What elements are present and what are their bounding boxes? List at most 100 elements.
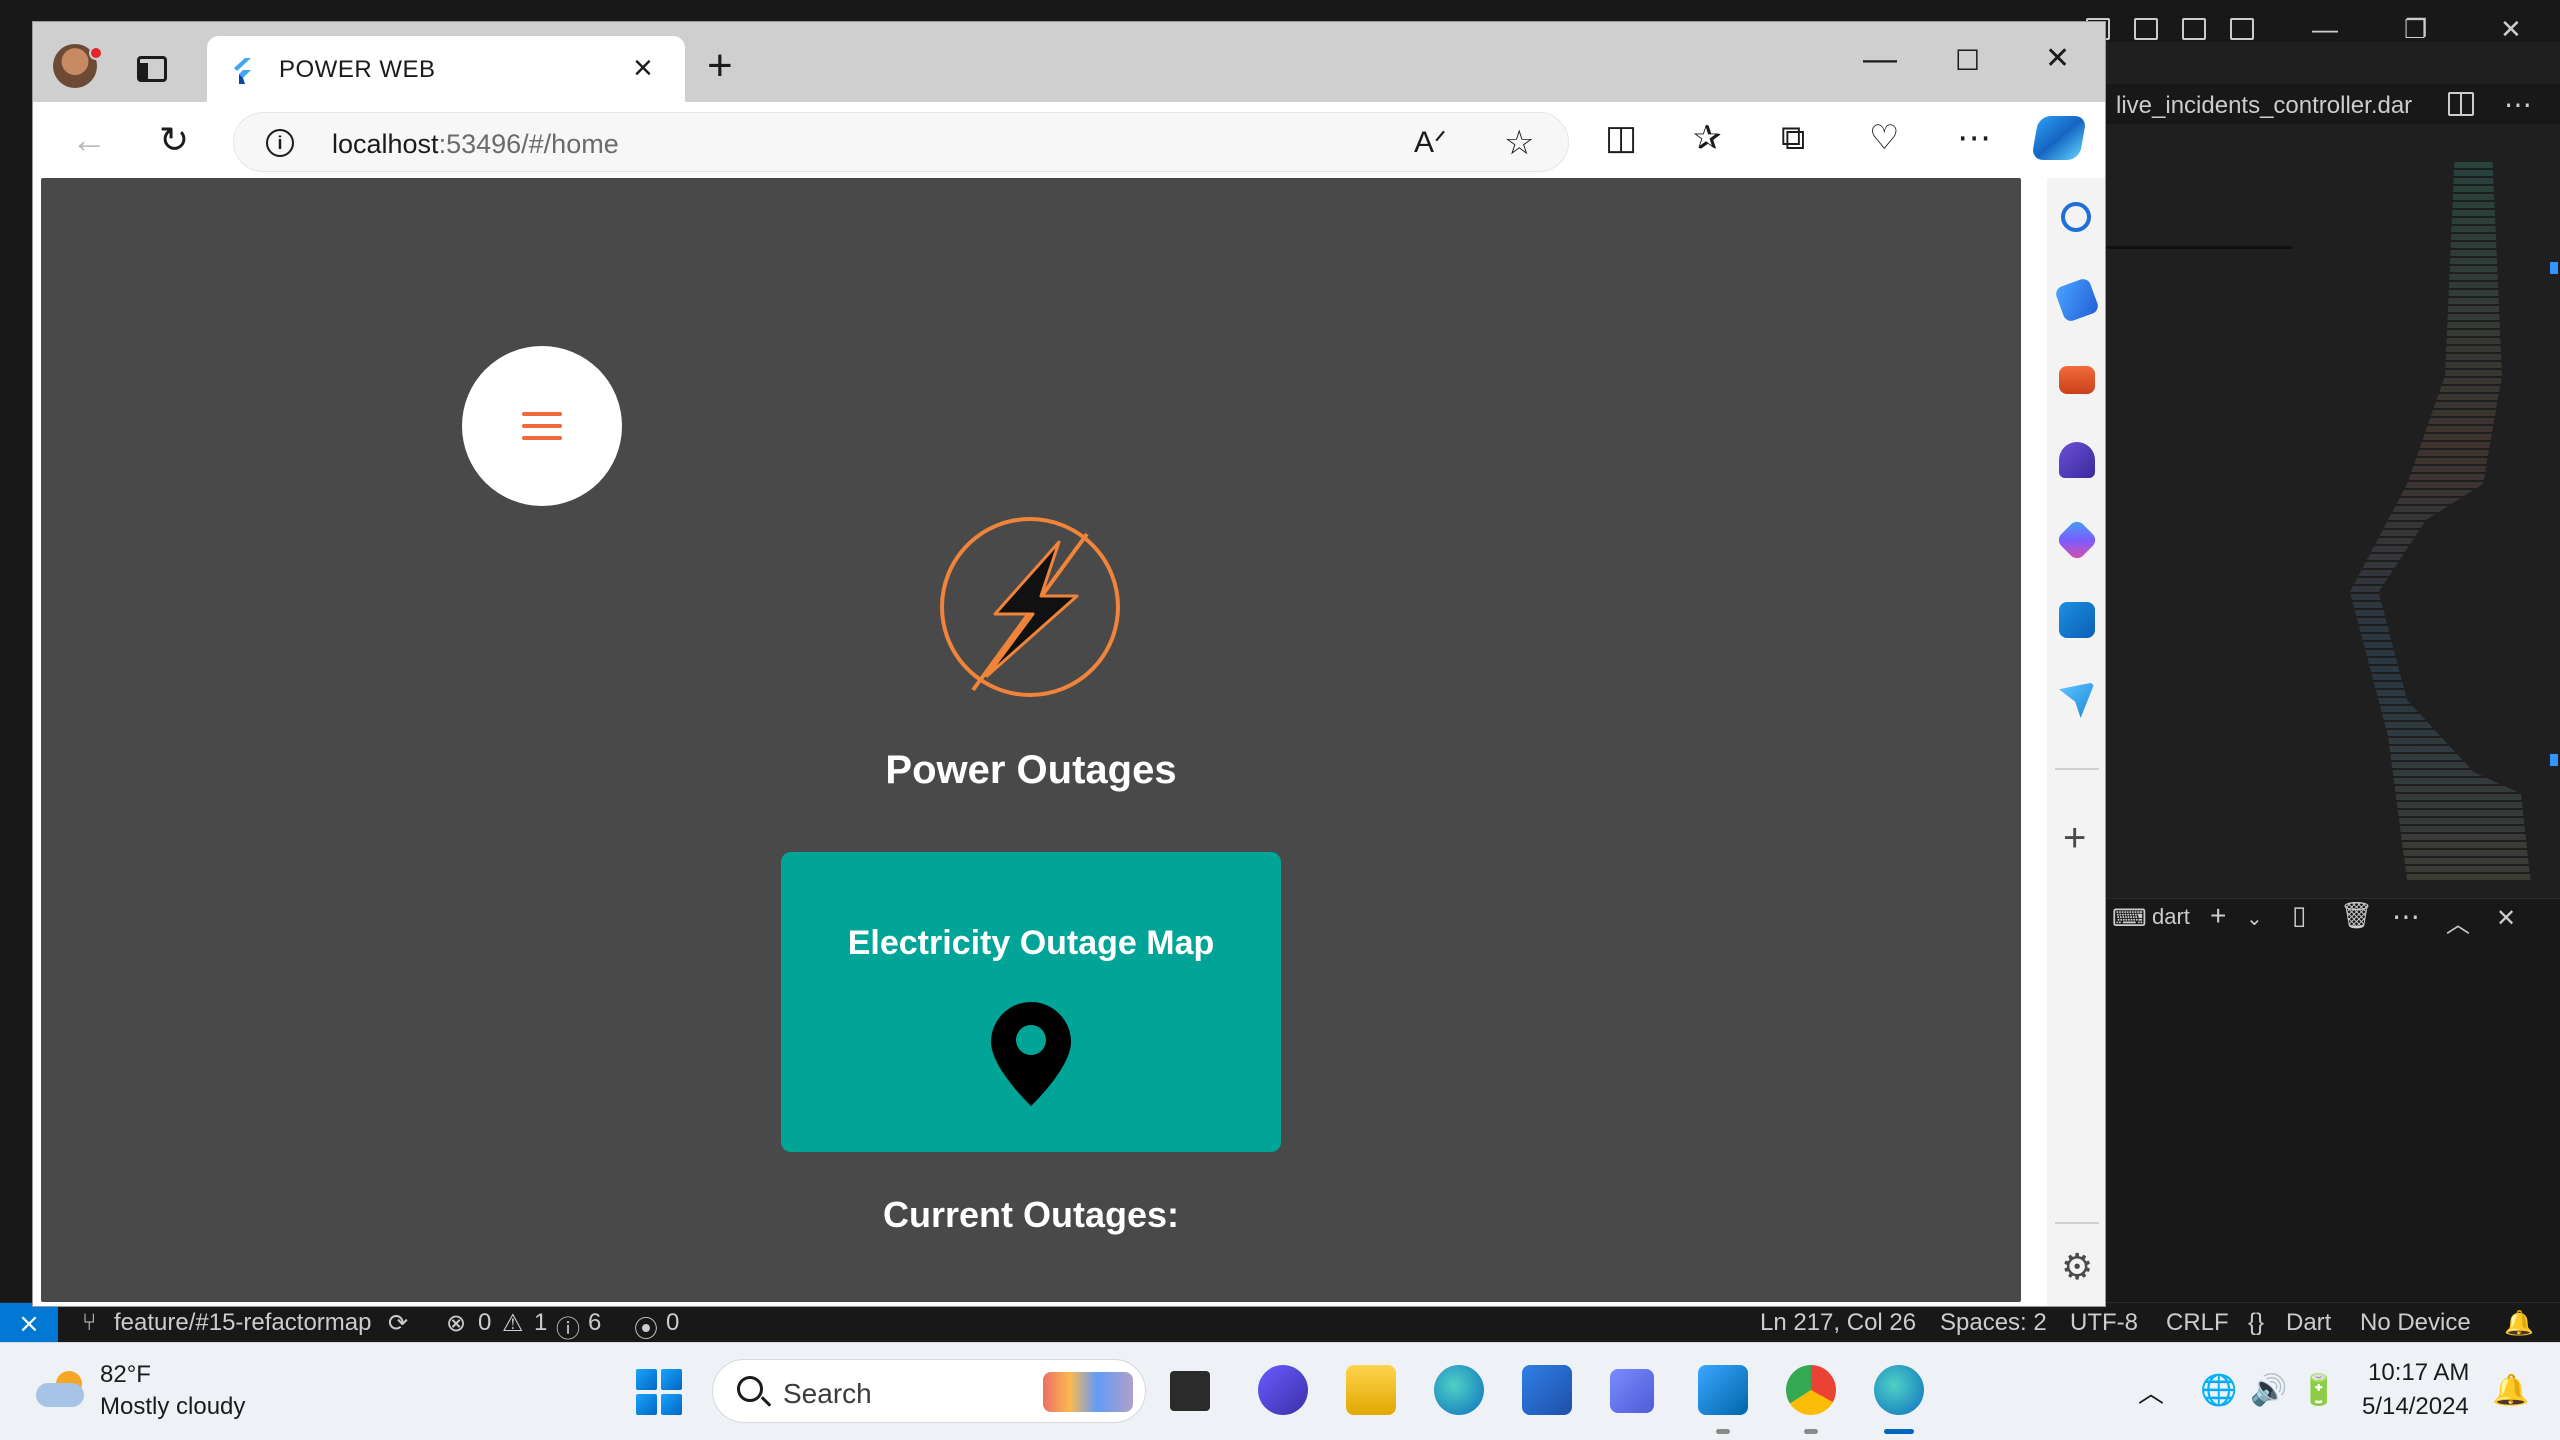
teams-chat-icon[interactable] <box>1258 1365 1308 1415</box>
search-highlight-art <box>1043 1372 1133 1412</box>
terminal-name[interactable]: dart <box>2152 904 2190 930</box>
sidebar-settings-gear-icon[interactable]: ⚙ <box>2061 1246 2093 1288</box>
terminal-panel[interactable] <box>2106 940 2560 1304</box>
power-automate-icon[interactable] <box>1610 1369 1654 1413</box>
settings-more-icon[interactable]: ⋯ <box>1957 118 1991 158</box>
window-minimize-icon[interactable]: — <box>1863 42 1897 76</box>
edge-active-taskbar-icon[interactable] <box>1874 1365 1924 1415</box>
weather-cloud-icon[interactable] <box>36 1371 88 1407</box>
new-terminal-icon[interactable]: + <box>2210 900 2226 932</box>
status-indentation[interactable]: Spaces: 2 <box>1940 1309 2047 1337</box>
battery-icon[interactable]: 🔋 <box>2300 1373 2337 1408</box>
layout-panel-icon[interactable] <box>2134 18 2158 40</box>
file-explorer-icon[interactable] <box>1346 1365 1396 1415</box>
chrome-running-indicator <box>1804 1429 1818 1434</box>
status-encoding[interactable]: UTF-8 <box>2070 1309 2138 1337</box>
taskbar-clock-date[interactable]: 5/14/2024 <box>2362 1393 2469 1421</box>
status-branch[interactable]: feature/#15-refactormap <box>114 1309 371 1337</box>
taskbar-clock-time[interactable]: 10:17 AM <box>2368 1359 2469 1387</box>
page-title: Power Outages <box>885 748 1177 792</box>
tab-strip: POWER WEB × + — ☐ ✕ <box>33 22 2105 102</box>
copilot-icon[interactable] <box>2031 116 2087 160</box>
notifications-bell-icon[interactable]: 🔔 <box>2504 1309 2534 1338</box>
address-url[interactable]: localhost:53496/#/home <box>332 129 619 160</box>
collections-icon[interactable]: ⧉ <box>1781 118 1805 158</box>
split-terminal-icon[interactable]: ▯ <box>2292 900 2306 931</box>
split-screen-icon[interactable]: ◫ <box>1605 118 1637 158</box>
sync-icon[interactable]: ⟳ <box>388 1309 408 1338</box>
sidebar-outlook-icon[interactable] <box>2059 602 2095 638</box>
status-warnings[interactable]: 1 <box>534 1309 547 1337</box>
favorite-star-icon[interactable]: ☆ <box>1504 123 1534 163</box>
status-eol[interactable]: CRLF <box>2166 1309 2229 1337</box>
notification-bell-icon[interactable]: 🔔 <box>2492 1373 2529 1408</box>
favorites-icon[interactable]: ✰ <box>1693 118 1722 158</box>
kill-terminal-icon[interactable]: 🗑 <box>2340 900 2373 931</box>
editor-more-icon[interactable]: ⋯ <box>2504 88 2532 121</box>
task-view-icon[interactable] <box>1170 1371 1210 1411</box>
braces-icon: {} <box>2248 1309 2265 1336</box>
taskbar-search-label: Search <box>783 1378 872 1409</box>
window-maximize-icon[interactable]: ☐ <box>1955 44 1980 78</box>
back-arrow-icon[interactable]: ← <box>71 120 107 160</box>
remote-indicator-icon[interactable]: ⨯ <box>0 1303 58 1343</box>
sidebar-add-icon[interactable]: + <box>2063 818 2086 858</box>
split-editor-icon[interactable] <box>2448 92 2474 116</box>
sidebar-microsoft365-icon[interactable] <box>2055 518 2099 562</box>
sidebar-search-icon[interactable] <box>2061 202 2091 232</box>
maximize-panel-icon[interactable]: ︿ <box>2446 904 2470 939</box>
status-cursor-position[interactable]: Ln 217, Col 26 <box>1760 1309 1916 1337</box>
vscode-minimize-icon[interactable]: — <box>2312 14 2338 45</box>
volume-icon[interactable]: 🔊 <box>2250 1373 2287 1408</box>
sidebar-games-icon[interactable] <box>2059 442 2095 478</box>
address-bar[interactable]: i localhost:53496/#/home Aᐟ ☆ <box>233 112 1569 172</box>
weather-description[interactable]: Mostly cloudy <box>100 1393 245 1421</box>
menu-button[interactable] <box>462 346 622 506</box>
sidebar-send-icon[interactable] <box>2059 682 2095 718</box>
status-device[interactable]: No Device <box>2360 1309 2471 1337</box>
terminal-dropdown-icon[interactable]: ⌄ <box>2246 906 2263 931</box>
windows-start-icon[interactable] <box>636 1369 682 1415</box>
status-infos[interactable]: 6 <box>588 1309 601 1337</box>
chrome-taskbar-icon[interactable] <box>1786 1365 1836 1415</box>
vscode-close-icon[interactable]: ✕ <box>2500 14 2522 45</box>
status-errors[interactable]: 0 <box>478 1309 491 1337</box>
edge-browser-window: POWER WEB × + — ☐ ✕ ← ↻ i localhost:5349… <box>32 21 2106 1307</box>
window-close-icon[interactable]: ✕ <box>2045 42 2070 76</box>
lightning-bolt-logo-icon <box>940 517 1120 697</box>
read-aloud-icon[interactable]: Aᐟ <box>1414 125 1447 160</box>
browser-essentials-icon[interactable]: ♡ <box>1869 118 1899 158</box>
browser-toolbar: ← ↻ i localhost:53496/#/home Aᐟ ☆ ◫ ✰ ⧉ … <box>33 102 2105 178</box>
customize-layout-icon[interactable] <box>2230 18 2254 40</box>
taskbar-search-box[interactable]: Search <box>712 1359 1146 1423</box>
sidebar-divider <box>2055 768 2099 770</box>
tab-actions-icon[interactable] <box>137 56 167 82</box>
tab-close-icon[interactable]: × <box>633 48 653 88</box>
power-web-app: Power Outages Electricity Outage Map Cur… <box>41 178 2021 1302</box>
vscode-taskbar-icon[interactable] <box>1698 1365 1748 1415</box>
active-tab[interactable]: POWER WEB × <box>207 36 685 102</box>
sidebar-shopping-tag-icon[interactable] <box>2053 276 2101 324</box>
weather-temperature[interactable]: 82°F <box>100 1361 151 1389</box>
status-ports[interactable]: 0 <box>666 1309 679 1337</box>
microsoft-store-icon[interactable] <box>1522 1365 1572 1415</box>
terminal-more-icon[interactable]: ⋯ <box>2392 900 2420 933</box>
map-card-title: Electricity Outage Map <box>847 924 1215 962</box>
site-info-icon[interactable]: i <box>266 129 294 157</box>
network-globe-icon[interactable]: 🌐 <box>2200 1373 2237 1408</box>
electricity-outage-map-card[interactable]: Electricity Outage Map <box>781 852 1281 1152</box>
close-panel-icon[interactable]: ✕ <box>2496 904 2516 933</box>
status-language[interactable]: Dart <box>2286 1309 2331 1337</box>
sidebar-tools-icon[interactable] <box>2059 366 2095 394</box>
edge-taskbar-icon[interactable] <box>1434 1365 1484 1415</box>
tray-chevron-up-icon[interactable]: ︿ <box>2138 1373 2164 1410</box>
vscode-restore-icon[interactable]: ❐ <box>2404 14 2427 45</box>
layout-secondary-sidebar-icon[interactable] <box>2182 18 2206 40</box>
editor-divider <box>2106 246 2292 249</box>
edge-active-indicator <box>1884 1429 1914 1434</box>
edge-sidebar: + ⚙ <box>2047 178 2105 1306</box>
ports-icon: ⦿ <box>634 1316 658 1343</box>
new-tab-icon[interactable]: + <box>707 44 733 88</box>
refresh-icon[interactable]: ↻ <box>159 120 189 160</box>
editor-tab-live-incidents-controller[interactable]: live_incidents_controller.dar <box>2116 92 2412 120</box>
